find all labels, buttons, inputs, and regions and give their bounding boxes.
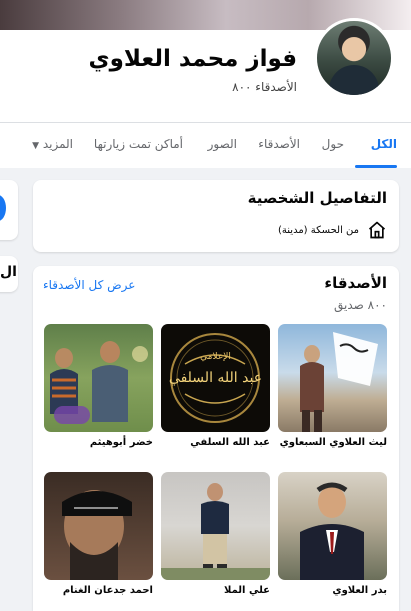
friend-name[interactable]: ليث العلاوي السبعاوي: [278, 437, 387, 448]
friend-name[interactable]: احمد جدعان الغنام: [44, 585, 153, 596]
profile-avatar[interactable]: [314, 18, 394, 98]
hometown-row: من الحسكة (مدينة): [278, 220, 387, 240]
profile-tabs: الكل حول الأصدقاء الصور أماكن تمت زيارته…: [0, 122, 411, 169]
friend-photo[interactable]: [44, 324, 153, 432]
caret-down-icon: ▼: [32, 141, 39, 151]
friend-photo[interactable]: الإعلامي عبد الله السلفي: [161, 324, 270, 432]
tab-photos[interactable]: الصور: [208, 137, 237, 151]
friend-photo[interactable]: [278, 472, 387, 580]
side-partial-text: ال: [0, 264, 17, 280]
profile-header: فواز محمد العلاوي الأصدقاء ٨٠٠ الكل حول …: [0, 0, 411, 168]
friend-photo[interactable]: [161, 472, 270, 580]
tab-about[interactable]: حول: [322, 137, 344, 151]
tab-all[interactable]: الكل: [371, 137, 397, 151]
page-photo-caption-top: الإعلامي: [200, 352, 231, 362]
personal-details-title: التفاصيل الشخصية: [247, 189, 387, 207]
tab-friends[interactable]: الأصدقاء: [258, 137, 300, 151]
friend-name[interactable]: علي الملا: [161, 585, 270, 596]
tab-places[interactable]: أماكن تمت زيارتها: [94, 137, 183, 151]
personal-details-card: التفاصيل الشخصية من الحسكة (مدينة): [33, 180, 399, 252]
friends-count: ٨٠٠ صديق: [334, 298, 387, 312]
friend-photo[interactable]: [278, 324, 387, 432]
friend-name[interactable]: خضر أبوهيثم: [44, 437, 153, 448]
hometown-text: من الحسكة (مدينة): [278, 224, 359, 236]
friend-name[interactable]: عبد الله السلفي: [161, 437, 270, 448]
profile-friends-count[interactable]: الأصدقاء ٨٠٠: [232, 80, 297, 94]
friend-photo[interactable]: [44, 472, 153, 580]
friend-name[interactable]: بدر العلاوي: [278, 585, 387, 596]
page-photo-caption-main: عبد الله السلفي: [168, 370, 263, 386]
tab-more-label: المزيد: [42, 137, 73, 151]
story-badge: [54, 406, 90, 424]
home-icon: [368, 221, 386, 239]
tab-more[interactable]: المزيد ▼: [32, 137, 73, 151]
active-tab-indicator: [355, 165, 397, 168]
profile-name: فواز محمد العلاوي: [88, 46, 297, 72]
friends-card: الأصدقاء ٨٠٠ صديق عرض كل الأصدقاء ليث ال…: [33, 266, 399, 611]
friends-title: الأصدقاء: [324, 274, 387, 292]
see-all-friends-link[interactable]: عرض كل الأصدقاء: [43, 278, 135, 292]
